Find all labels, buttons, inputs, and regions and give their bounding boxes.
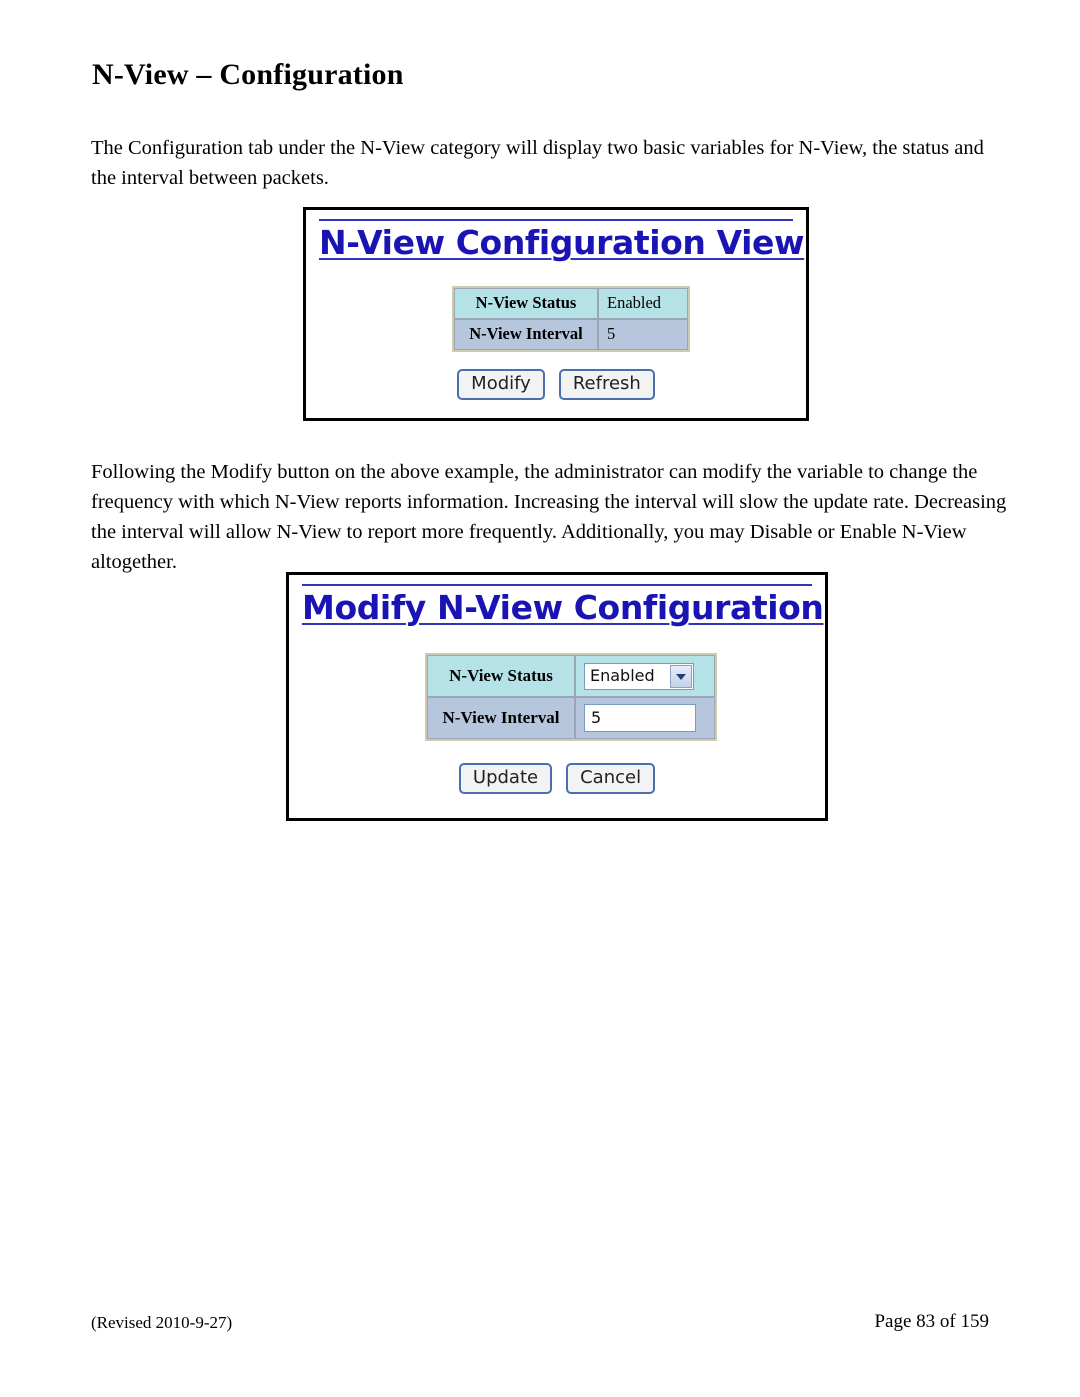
modify-button[interactable]: Modify (457, 369, 545, 400)
n-view-status-label: N-View Status (454, 288, 598, 319)
table-row: N-View Interval 5 (427, 697, 715, 739)
n-view-status-select[interactable]: Enabled (584, 662, 694, 690)
revision-text: (Revised 2010-9-27) (91, 1313, 233, 1332)
modify-n-view-configuration-panel: Modify N-View Configuration N-View Statu… (286, 572, 828, 821)
cancel-button[interactable]: Cancel (566, 763, 656, 794)
modify-config-table: N-View Status Enabled N-View Interval 5 (425, 653, 717, 741)
n-view-interval-field-cell: 5 (575, 697, 715, 739)
modify-panel-title-rule: Modify N-View Configuration (302, 584, 824, 627)
modify-description-paragraph: Following the Modify button on the above… (91, 461, 1007, 573)
view-panel-title-rule: N-View Configuration View (319, 219, 805, 262)
document-page: N-View – Configuration The Configuration… (0, 0, 1080, 1397)
table-row: N-View Status Enabled (427, 655, 715, 697)
chevron-down-icon[interactable] (670, 664, 692, 688)
refresh-button[interactable]: Refresh (558, 369, 655, 400)
view-panel-button-row: Modify Refresh (306, 369, 806, 400)
page-title: N-View – Configuration (92, 58, 404, 91)
table-row: N-View Status Enabled (454, 288, 688, 319)
n-view-interval-input[interactable]: 5 (584, 704, 696, 732)
n-view-configuration-view-panel: N-View Configuration View N-View Status … (303, 207, 809, 421)
n-view-status-field-cell: Enabled (575, 655, 715, 697)
table-row: N-View Interval 5 (454, 319, 688, 350)
modify-panel-title: Modify N-View Configuration (302, 588, 824, 627)
view-panel-title: N-View Configuration View (319, 223, 805, 262)
n-view-interval-label: N-View Interval (454, 319, 598, 350)
page-number: Page 83 of 159 (874, 1311, 989, 1332)
n-view-status-select-value: Enabled (590, 665, 655, 685)
n-view-status-value: Enabled (598, 288, 688, 319)
n-view-status-label: N-View Status (427, 655, 575, 697)
n-view-interval-label: N-View Interval (427, 697, 575, 739)
view-config-table: N-View Status Enabled N-View Interval 5 (452, 286, 690, 352)
modify-panel-button-row: Update Cancel (289, 763, 825, 794)
update-button[interactable]: Update (458, 763, 553, 794)
intro-paragraph: The Configuration tab under the N-View c… (91, 137, 984, 189)
n-view-interval-value: 5 (598, 319, 688, 350)
